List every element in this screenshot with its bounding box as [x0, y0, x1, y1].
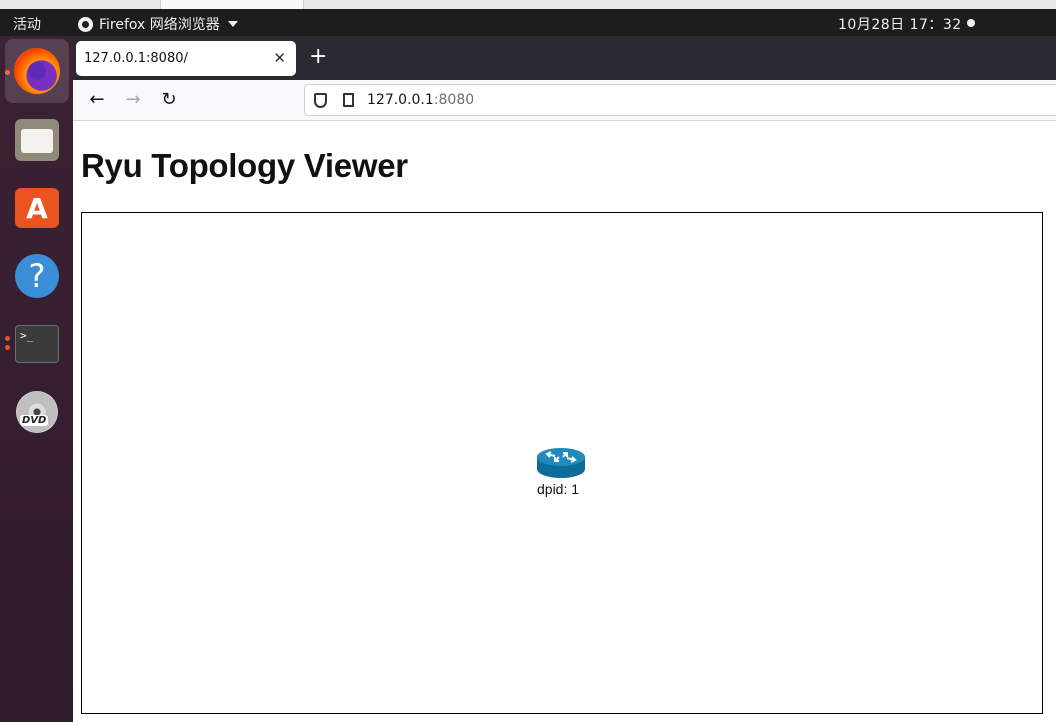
url-host: 127.0.0.1	[367, 92, 434, 108]
url-port: :8080	[433, 92, 475, 108]
switch-label: dpid: 1	[537, 481, 580, 497]
tab-active[interactable]: 127.0.0.1:8080/ ✕	[76, 41, 296, 76]
activities-button[interactable]: 活动	[13, 14, 41, 34]
app-menu[interactable]: Firefox 网络浏览器	[78, 14, 238, 34]
dock-item-files[interactable]	[5, 108, 69, 172]
dock-item-firefox[interactable]	[5, 39, 69, 103]
tab-title: 127.0.0.1:8080/	[84, 51, 188, 66]
background-tab-stub	[160, 0, 304, 9]
top-panel: 活动 Firefox 网络浏览器 10月28日 17：32	[0, 9, 1056, 36]
nav-toolbar: ← → ↻ 127.0.0.1:8080	[73, 80, 1056, 121]
chevron-down-icon	[227, 21, 238, 27]
notification-dot-icon	[967, 19, 975, 27]
software-store-icon: A	[15, 188, 59, 228]
router-icon[interactable]	[537, 447, 585, 479]
dock: A ? >_ DVD	[0, 36, 73, 722]
reload-button[interactable]: ↻	[157, 89, 181, 111]
dock-item-help[interactable]: ?	[5, 244, 69, 308]
topology-canvas[interactable]: dpid: 1	[81, 212, 1043, 714]
files-icon	[15, 119, 59, 161]
terminal-icon: >_	[15, 325, 59, 363]
dock-item-terminal[interactable]: >_	[5, 312, 69, 376]
url-text[interactable]: 127.0.0.1:8080	[367, 92, 474, 108]
clock[interactable]: 10月28日 17：32	[838, 14, 962, 34]
tab-bar: 127.0.0.1:8080/ ✕ +	[73, 36, 1056, 80]
firefox-icon	[14, 48, 60, 94]
page-content: Ryu Topology Viewer dpid: 1	[73, 121, 1056, 722]
dvd-icon: DVD	[16, 391, 58, 433]
dock-item-software[interactable]: A	[5, 176, 69, 240]
dock-item-dvd[interactable]: DVD	[5, 380, 69, 444]
help-icon: ?	[15, 254, 59, 298]
firefox-icon	[78, 16, 93, 32]
url-bar[interactable]: 127.0.0.1:8080	[304, 84, 1056, 116]
page-icon[interactable]	[343, 93, 354, 107]
new-tab-button[interactable]: +	[309, 46, 327, 68]
forward-button[interactable]: →	[121, 89, 145, 111]
close-icon[interactable]: ✕	[273, 49, 286, 67]
window-top-edge	[0, 0, 1056, 9]
app-menu-label: Firefox 网络浏览器	[99, 17, 220, 33]
back-button[interactable]: ←	[85, 89, 109, 111]
page-title: Ryu Topology Viewer	[81, 147, 408, 184]
shield-icon[interactable]	[314, 93, 327, 108]
